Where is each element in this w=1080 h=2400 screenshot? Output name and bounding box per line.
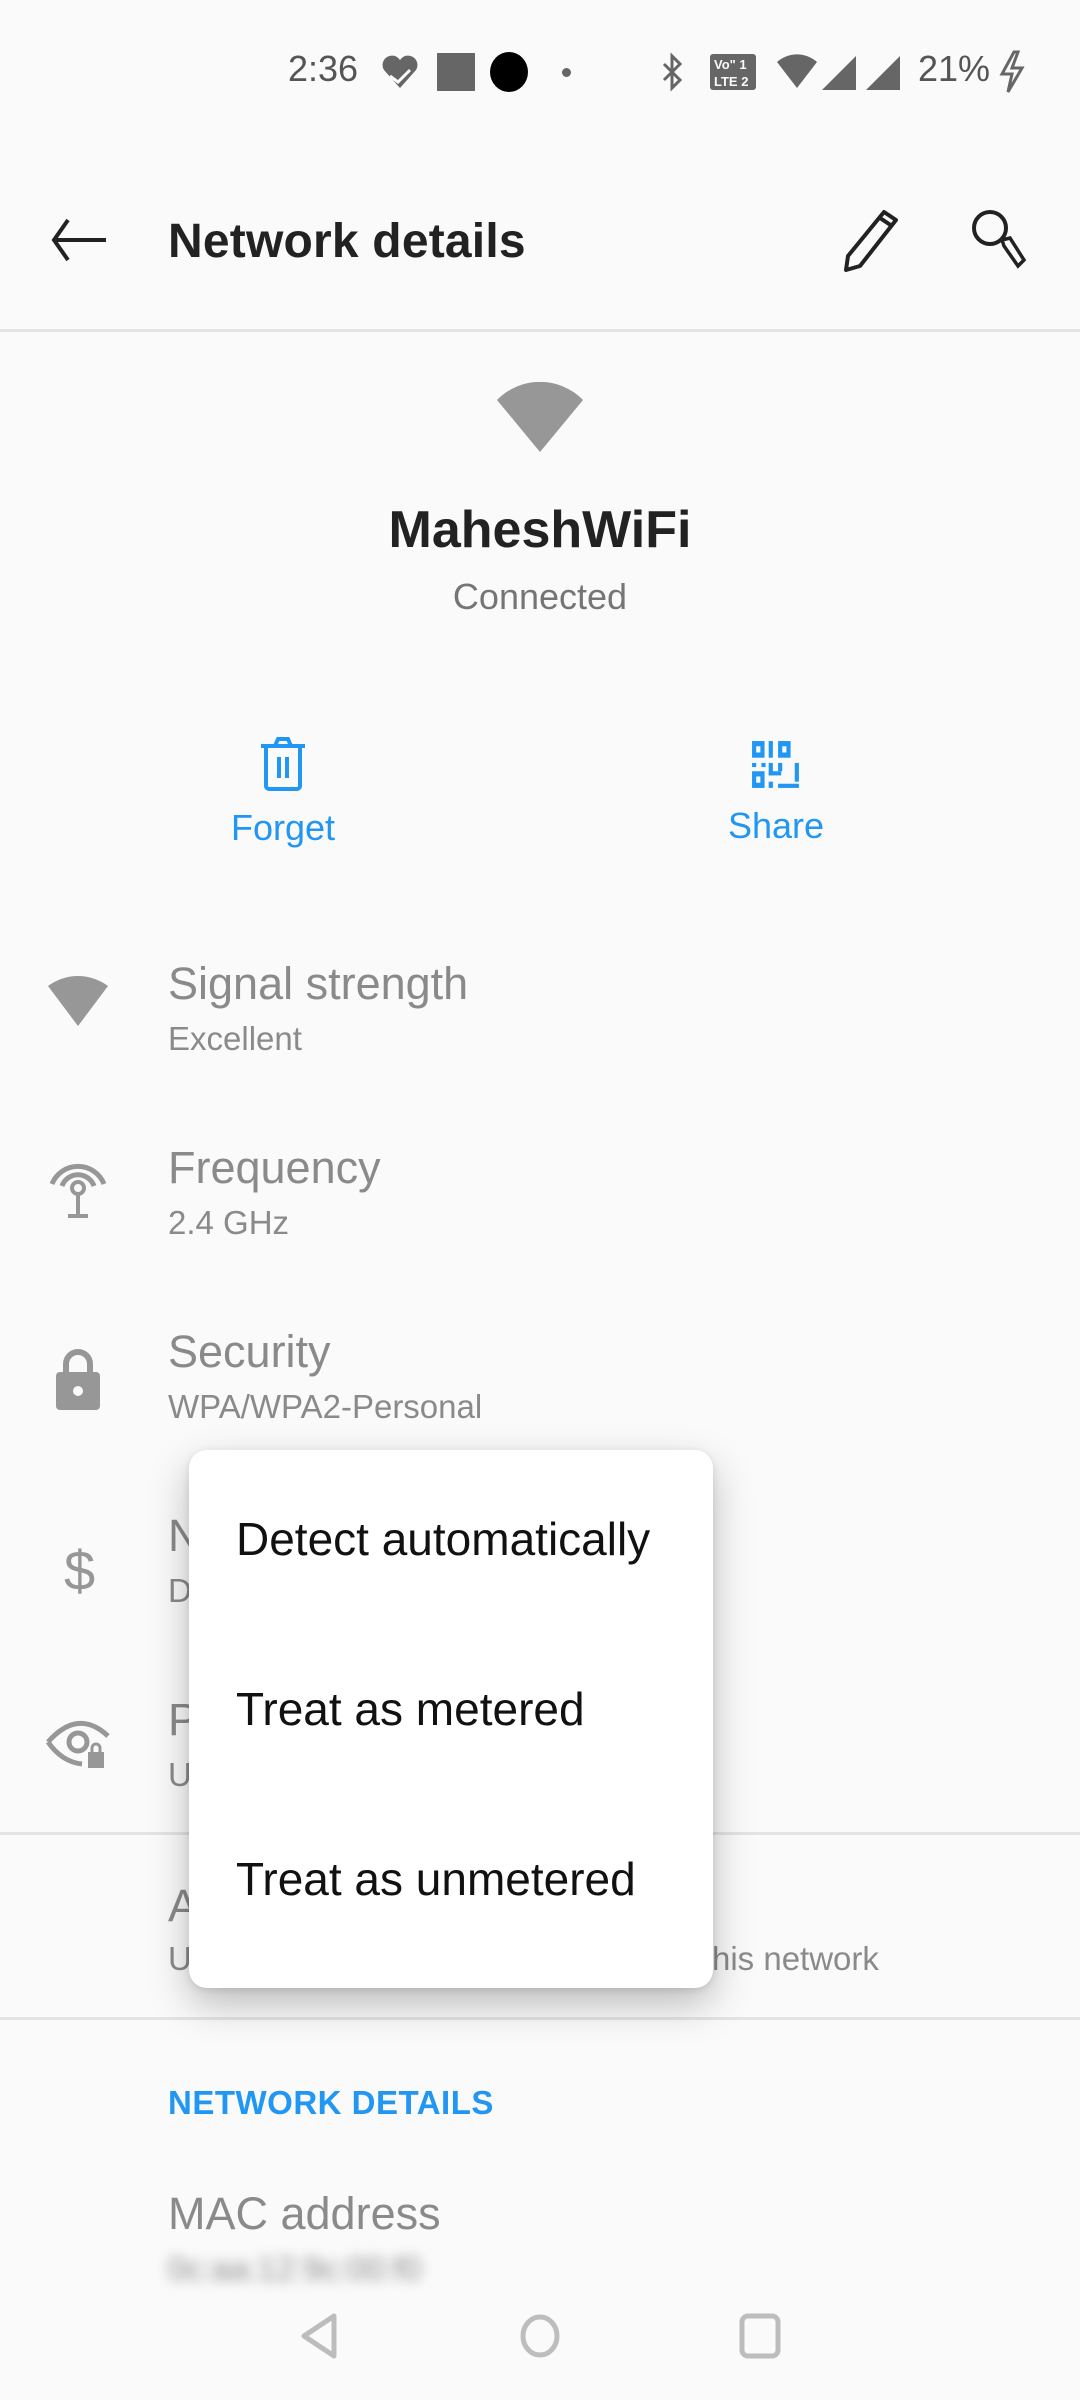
row-subtitle: WPA/WPA2-Personal — [168, 1388, 483, 1425]
nav-recents-icon[interactable] — [738, 2312, 782, 2360]
network-name: MaheshWiFi — [388, 501, 692, 559]
row-title: Signal strength — [168, 958, 469, 1009]
charging-icon — [999, 50, 1025, 93]
signal-icon — [822, 56, 856, 90]
volte-lte-icon: Vo" 1 LTE 2 — [710, 54, 756, 90]
toolbar-divider — [0, 329, 1080, 332]
toolbar: Network details — [0, 170, 1080, 330]
trash-icon — [261, 737, 305, 791]
nav-back-icon[interactable] — [298, 2312, 342, 2360]
menu-option-treat-as-metered[interactable]: Treat as metered — [189, 1620, 713, 1790]
qr-code-icon — [752, 741, 799, 788]
share-label: Share — [727, 805, 825, 846]
row-subtitle: Excellent — [168, 1020, 302, 1057]
app-square-icon — [437, 53, 475, 91]
nav-home-icon[interactable] — [518, 2312, 562, 2360]
menu-option-detect-automatically[interactable]: Detect automatically — [189, 1450, 713, 1620]
signal-strength-row[interactable]: Signal strength Excellent — [0, 930, 1080, 1110]
navigation-bar — [0, 2270, 1080, 2400]
section-header: NETWORK DETAILS — [168, 2084, 494, 2121]
row-subtitle-tail: his network — [712, 1940, 879, 1977]
section-divider — [0, 2017, 1080, 2020]
circle-icon — [490, 52, 528, 92]
connection-status: Connected — [452, 576, 628, 617]
row-title: MAC address — [168, 2188, 441, 2239]
bluetooth-icon — [662, 52, 683, 92]
forget-label: Forget — [230, 807, 336, 848]
wifi-icon — [777, 54, 817, 88]
wifi-icon — [48, 976, 108, 1026]
forget-button[interactable]: Forget — [163, 736, 403, 849]
health-heart-icon — [382, 55, 418, 88]
antenna-icon — [49, 1163, 107, 1218]
arrow-back-icon[interactable] — [50, 218, 110, 262]
search-icon[interactable] — [968, 208, 1032, 272]
svg-text:$: $ — [64, 1539, 95, 1602]
svg-text:LTE 2: LTE 2 — [714, 74, 748, 89]
dot-icon — [562, 68, 571, 77]
wifi-icon — [497, 382, 583, 452]
menu-option-treat-as-unmetered[interactable]: Treat as unmetered — [189, 1790, 713, 1960]
lock-icon — [56, 1349, 100, 1410]
svg-text:Vo" 1: Vo" 1 — [714, 57, 747, 72]
battery-percent: 21% — [918, 48, 991, 89]
dollar-icon: $ — [64, 1539, 95, 1602]
privacy-eye-lock-icon — [45, 1720, 110, 1768]
row-title: Frequency — [168, 1142, 381, 1193]
row-subtitle: 2.4 GHz — [168, 1204, 290, 1241]
status-bar: 2:36 Vo" 1 LTE 2 21% — [0, 0, 1080, 140]
metered-options-menu: Detect automatically Treat as metered Tr… — [189, 1450, 713, 1988]
signal-icon — [866, 56, 900, 90]
page-title: Network details — [168, 215, 526, 268]
pencil-icon[interactable] — [840, 208, 904, 272]
status-time: 2:36 — [288, 48, 359, 89]
frequency-row[interactable]: Frequency 2.4 GHz — [0, 1114, 1080, 1294]
row-title: Security — [168, 1326, 331, 1377]
share-button[interactable]: Share — [656, 740, 896, 847]
